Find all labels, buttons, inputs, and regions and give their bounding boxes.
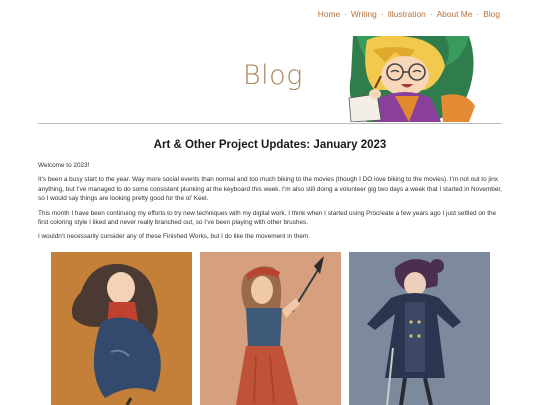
header-divider [38,123,502,124]
nav-separator: · [344,9,347,19]
main-nav: Home · Writing · Illustration · About Me… [318,9,500,19]
artwork-image-3[interactable] [349,252,490,405]
nav-separator: · [429,9,433,19]
post-paragraph: I wouldn’t necessarily consider any of t… [38,233,310,241]
post-paragraph: It’s been a busy start to the year. Way … [38,176,502,203]
post-body: Welcome to 2023! It’s been a busy start … [38,161,502,247]
post-title: Art & Other Project Updates: January 202… [153,139,387,151]
nav-home-link[interactable]: Home [318,9,340,19]
nav-separator: · [380,9,384,19]
nav-writing-link[interactable]: Writing [351,9,377,19]
nav-separator: · [476,9,480,19]
nav-about-me-link[interactable]: About Me [437,9,473,19]
artwork-image-2[interactable] [200,252,341,405]
post-paragraph: This month I have been continuing my eff… [38,209,497,227]
artwork-image-1[interactable] [51,252,192,405]
post-paragraph: Welcome to 2023! [38,162,90,169]
nav-blog-link[interactable]: Blog [483,9,500,19]
header-illustration [348,36,475,122]
image-gallery [0,252,540,405]
page-title: Blog [243,60,303,91]
page-header: Blog [0,36,540,122]
nav-illustration-link[interactable]: Illustration [388,9,426,19]
